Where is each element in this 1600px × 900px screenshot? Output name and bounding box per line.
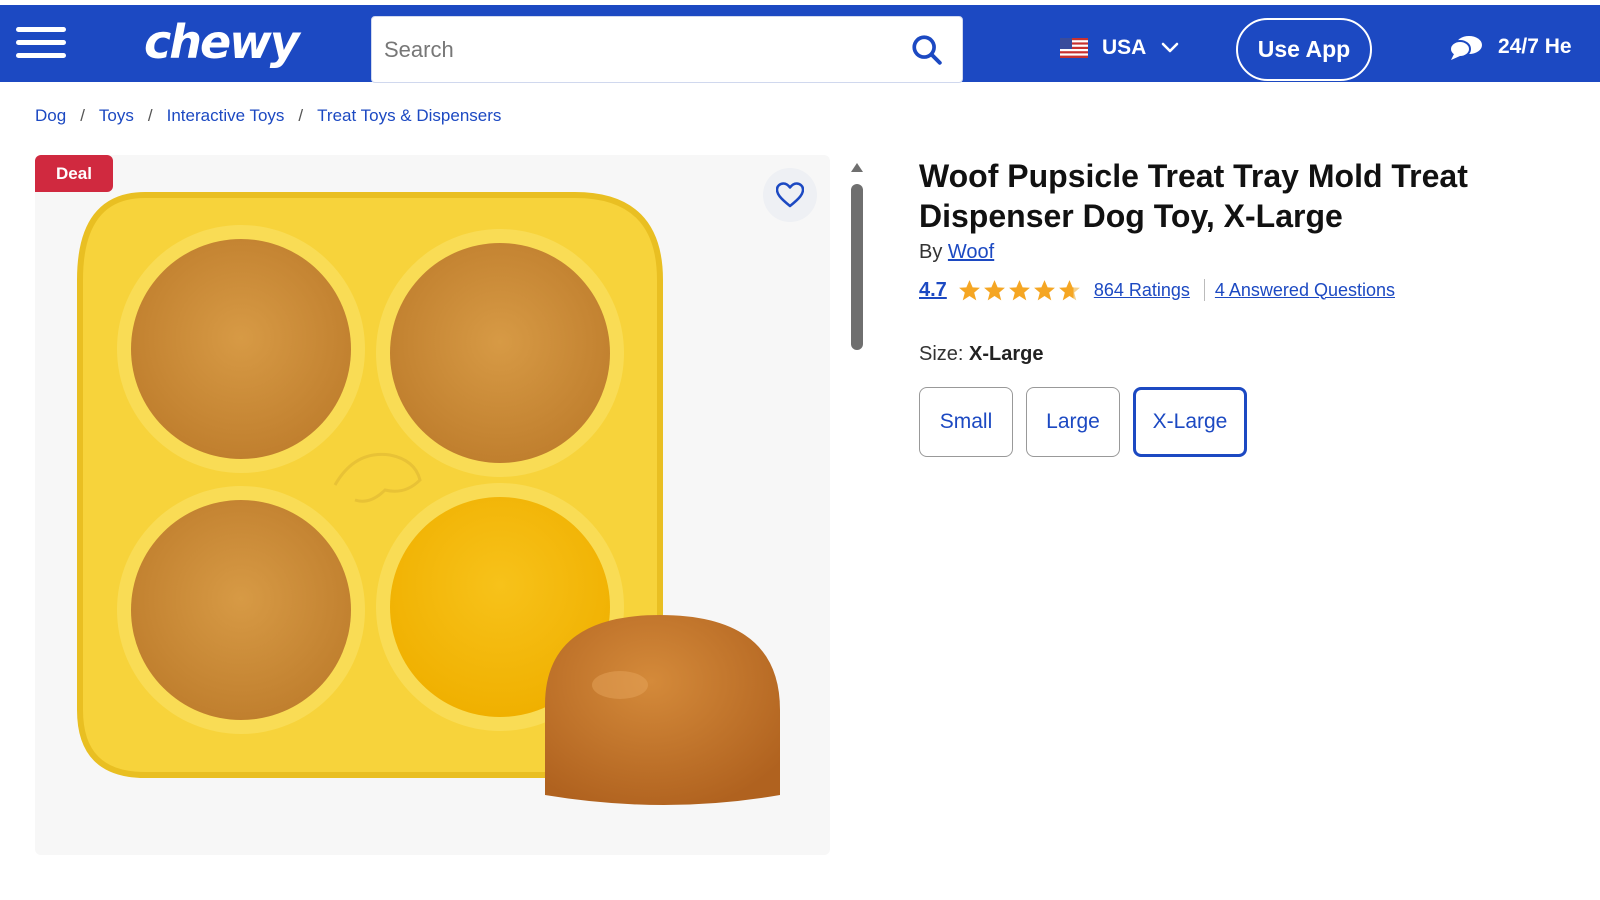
answered-questions-link[interactable]: 4 Answered Questions	[1215, 280, 1395, 301]
support-label: 24/7 He	[1498, 35, 1572, 58]
star-icon	[958, 279, 980, 300]
size-option-large[interactable]: Large	[1026, 387, 1120, 457]
chat-bubbles-icon	[1449, 36, 1482, 60]
star-icon	[1033, 279, 1055, 300]
star-icon	[1008, 279, 1030, 300]
scroll-up-arrow-icon[interactable]	[849, 160, 865, 176]
size-options: Small Large X-Large	[919, 387, 1260, 457]
search-icon[interactable]	[910, 33, 944, 67]
star-partial-icon	[1058, 279, 1080, 300]
support-link[interactable]: 24/7 He	[1448, 33, 1572, 61]
chewy-logo[interactable]: chewy	[144, 15, 300, 69]
star-rating[interactable]	[957, 278, 1082, 303]
scrollbar-thumb[interactable]	[851, 184, 863, 350]
size-option-small[interactable]: Small	[919, 387, 1013, 457]
selected-size-value: X-Large	[969, 343, 1044, 365]
rating-row: 4.7 864 Ratings 4 Answered Questions	[919, 275, 1395, 305]
breadcrumb-dog[interactable]: Dog	[35, 106, 66, 126]
country-label: USA	[1102, 36, 1147, 59]
star-icon	[983, 279, 1005, 300]
size-label: Size: X-Large	[919, 343, 1044, 366]
use-app-button[interactable]: Use App	[1236, 18, 1372, 81]
country-selector[interactable]: USA	[1060, 33, 1180, 63]
brand-link[interactable]: Woof	[948, 241, 994, 263]
search-box	[371, 16, 963, 83]
search-input[interactable]	[384, 29, 894, 71]
breadcrumb-interactive-toys[interactable]: Interactive Toys	[167, 106, 285, 126]
divider	[1203, 279, 1205, 301]
breadcrumb-separator: /	[80, 106, 85, 125]
breadcrumb-separator: /	[298, 106, 304, 125]
byline: By Woof	[919, 241, 994, 264]
breadcrumb-toys[interactable]: Toys	[99, 106, 134, 126]
top-nav-bar: chewy USA Use App 24/7 He	[0, 5, 1600, 83]
deal-badge: Deal	[35, 155, 113, 192]
heart-icon	[776, 182, 804, 208]
breadcrumb-separator: /	[147, 106, 153, 125]
us-flag-icon	[1060, 38, 1088, 58]
breadcrumb-treat-toys[interactable]: Treat Toys & Dispensers	[317, 106, 501, 126]
treat-tray-illustration	[77, 192, 780, 805]
image-scrollbar[interactable]	[849, 160, 865, 360]
product-image[interactable]	[35, 155, 830, 855]
size-prefix: Size:	[919, 343, 964, 365]
product-title: Woof Pupsicle Treat Tray Mold Treat Disp…	[919, 158, 1468, 234]
hamburger-menu-icon[interactable]	[16, 27, 66, 63]
size-option-x-large[interactable]: X-Large	[1133, 387, 1247, 457]
ratings-count-link[interactable]: 864 Ratings	[1094, 280, 1190, 301]
rating-value[interactable]: 4.7	[919, 279, 947, 302]
breadcrumb: Dog / Toys / Interactive Toys / Treat To…	[35, 106, 501, 126]
chevron-down-icon	[1162, 42, 1179, 53]
by-prefix: By	[919, 241, 943, 263]
favorite-button[interactable]	[763, 168, 817, 222]
